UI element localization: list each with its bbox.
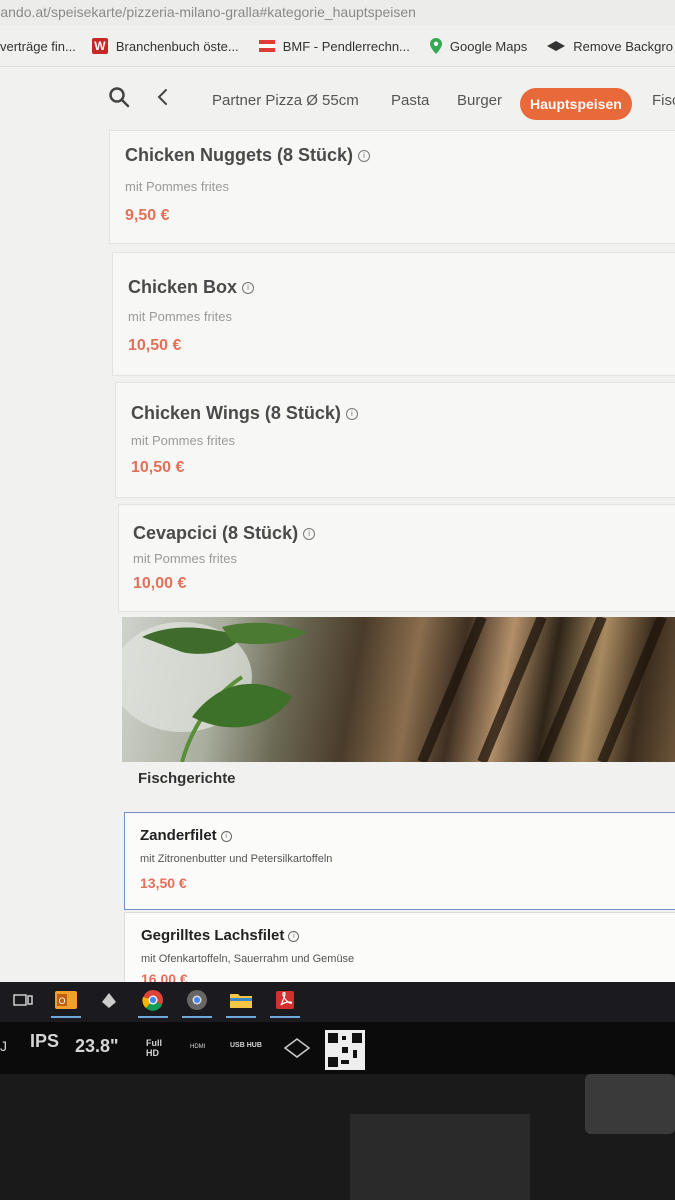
- item-name-row: Chicken Wings (8 Stück) i: [131, 403, 358, 424]
- menu-item-card[interactable]: Cevapcici (8 Stück) i mit Pommes frites 1…: [118, 504, 675, 612]
- map-pin-icon: [429, 38, 442, 54]
- bezel-hd-label: Full HD: [146, 1038, 162, 1058]
- item-description: mit Zitronenbutter und Petersilkartoffel…: [140, 853, 333, 865]
- bookmark-label: Branchenbuch öste...: [115, 38, 239, 54]
- item-price: 16,00 €: [141, 971, 188, 982]
- info-icon[interactable]: i: [242, 282, 255, 294]
- bookmark-bmf[interactable]: BMF - Pendlerrechn...: [258, 38, 410, 54]
- item-price: 10,00 €: [133, 575, 187, 592]
- tab-burger[interactable]: Burger: [457, 88, 502, 114]
- info-icon[interactable]: i: [288, 931, 300, 942]
- item-price: 10,50 €: [131, 459, 185, 476]
- svg-text:O: O: [58, 997, 65, 1007]
- bezel-size-label: 23.8": [75, 1036, 119, 1056]
- item-price: 9,50 €: [125, 207, 170, 224]
- bookmark-branchenbuch[interactable]: W Branchenbuch öste...: [91, 38, 239, 54]
- bezel-usb-label: USB HUB: [230, 1042, 262, 1049]
- section-title-fischgerichte: Fischgerichte: [138, 770, 236, 787]
- bookmark-vertraege[interactable]: verträge fin...: [0, 39, 76, 54]
- desk-object: [350, 1114, 530, 1200]
- tab-partner-pizza[interactable]: Partner Pizza Ø 55cm: [212, 88, 359, 114]
- item-name-row: Zanderfilet i: [140, 827, 232, 844]
- item-price: 10,50 €: [128, 337, 182, 354]
- task-view-icon[interactable]: [10, 988, 36, 1012]
- chevron-left-icon[interactable]: [155, 86, 171, 108]
- item-name: Cevapcici (8 Stück): [133, 523, 299, 543]
- info-icon[interactable]: i: [220, 831, 232, 842]
- active-indicator: [270, 1016, 300, 1018]
- austria-flag-icon: [258, 40, 275, 52]
- menu-item-card[interactable]: Chicken Nuggets (8 Stück) i mit Pommes fr…: [109, 130, 675, 244]
- item-name: Chicken Nuggets (8 Stück): [125, 145, 354, 165]
- item-description: mit Pommes frites: [131, 433, 236, 448]
- item-name: Chicken Box: [128, 277, 238, 297]
- info-icon[interactable]: i: [345, 408, 358, 420]
- flicker-free-icon: [283, 1038, 311, 1058]
- bezel-ips-label: IPS: [30, 1031, 60, 1051]
- item-description: mit Pommes frites: [125, 179, 230, 194]
- search-icon[interactable]: [108, 86, 130, 108]
- qr-code-icon: [325, 1030, 365, 1070]
- info-icon[interactable]: i: [303, 528, 316, 540]
- active-indicator: [51, 1016, 81, 1018]
- item-name-row: Cevapcici (8 Stück) i: [133, 523, 316, 544]
- category-nav: Partner Pizza Ø 55cm Pasta Burger Haupts…: [0, 78, 675, 124]
- bookmark-remove-bg[interactable]: Remove Backgro: [547, 39, 673, 54]
- fish-photo-illustration: [122, 617, 667, 762]
- file-explorer-icon[interactable]: [228, 988, 254, 1012]
- chrome-icon[interactable]: [140, 988, 166, 1012]
- monitor-bezel: J IPS 23.8" Full HD HDMI USB HUB: [0, 1022, 675, 1074]
- chrome-alt-icon[interactable]: [184, 988, 210, 1012]
- remove-bg-icon: [547, 41, 566, 51]
- item-name-row: Chicken Nuggets (8 Stück) i: [125, 145, 371, 166]
- browser-screen: lieferando.at/speisekarte/pizzeria-milan…: [0, 0, 675, 982]
- bezel-ports-label: HDMI: [190, 1044, 206, 1050]
- item-name: Zanderfilet: [140, 827, 217, 844]
- item-name-row: Chicken Box i: [128, 277, 255, 298]
- w-logo-icon: W: [91, 38, 108, 54]
- item-description: mit Pommes frites: [133, 551, 238, 566]
- address-bar[interactable]: lieferando.at/speisekarte/pizzeria-milan…: [0, 0, 675, 26]
- menu-item-card[interactable]: Chicken Wings (8 Stück) i mit Pommes frit…: [115, 382, 675, 498]
- menu-item-card[interactable]: Chicken Box i mit Pommes frites 10,50 €: [112, 252, 675, 376]
- bookmark-label: Google Maps: [449, 38, 528, 54]
- bezel-edge-mark: J: [0, 1038, 7, 1054]
- item-name-row: Gegrilltes Lachsfilet i: [141, 927, 300, 944]
- info-icon[interactable]: i: [358, 150, 371, 162]
- url-text: lieferando.at/speisekarte/pizzeria-milan…: [0, 4, 416, 20]
- desk-object: [585, 1074, 675, 1134]
- bookmark-label: verträge fin...: [0, 38, 76, 54]
- bookmark-google-maps[interactable]: Google Maps: [429, 38, 528, 54]
- desk-background: [0, 1074, 675, 1200]
- active-indicator: [182, 1016, 212, 1018]
- tab-fischgerichte[interactable]: Fisc: [652, 88, 675, 114]
- bookmarks-bar: verträge fin... W Branchenbuch öste... B…: [0, 26, 675, 67]
- outlook-icon[interactable]: O: [53, 988, 79, 1012]
- item-description: mit Pommes frites: [128, 309, 233, 324]
- item-name: Gegrilltes Lachsfilet: [141, 927, 285, 944]
- active-indicator: [138, 1016, 168, 1018]
- acrobat-icon[interactable]: [272, 988, 298, 1012]
- menu-item-card[interactable]: Gegrilltes Lachsfilet i mit Ofenkartoffel…: [124, 912, 675, 982]
- fischgerichte-header-image: [122, 617, 675, 762]
- menu-item-card[interactable]: Zanderfilet i mit Zitronenbutter und Pete…: [124, 812, 675, 910]
- app-icon[interactable]: [96, 988, 122, 1012]
- bookmark-label: BMF - Pendlerrechn...: [282, 38, 410, 54]
- item-description: mit Ofenkartoffeln, Sauerrahm und Gemüse: [141, 953, 355, 965]
- tab-pasta[interactable]: Pasta: [391, 88, 429, 114]
- tab-hauptspeisen[interactable]: Hauptspeisen: [520, 88, 632, 120]
- item-name: Chicken Wings (8 Stück): [131, 403, 341, 423]
- bookmark-label: Remove Backgro: [573, 38, 673, 54]
- active-indicator: [226, 1016, 256, 1018]
- item-price: 13,50 €: [140, 875, 187, 891]
- windows-taskbar: O: [0, 982, 675, 1022]
